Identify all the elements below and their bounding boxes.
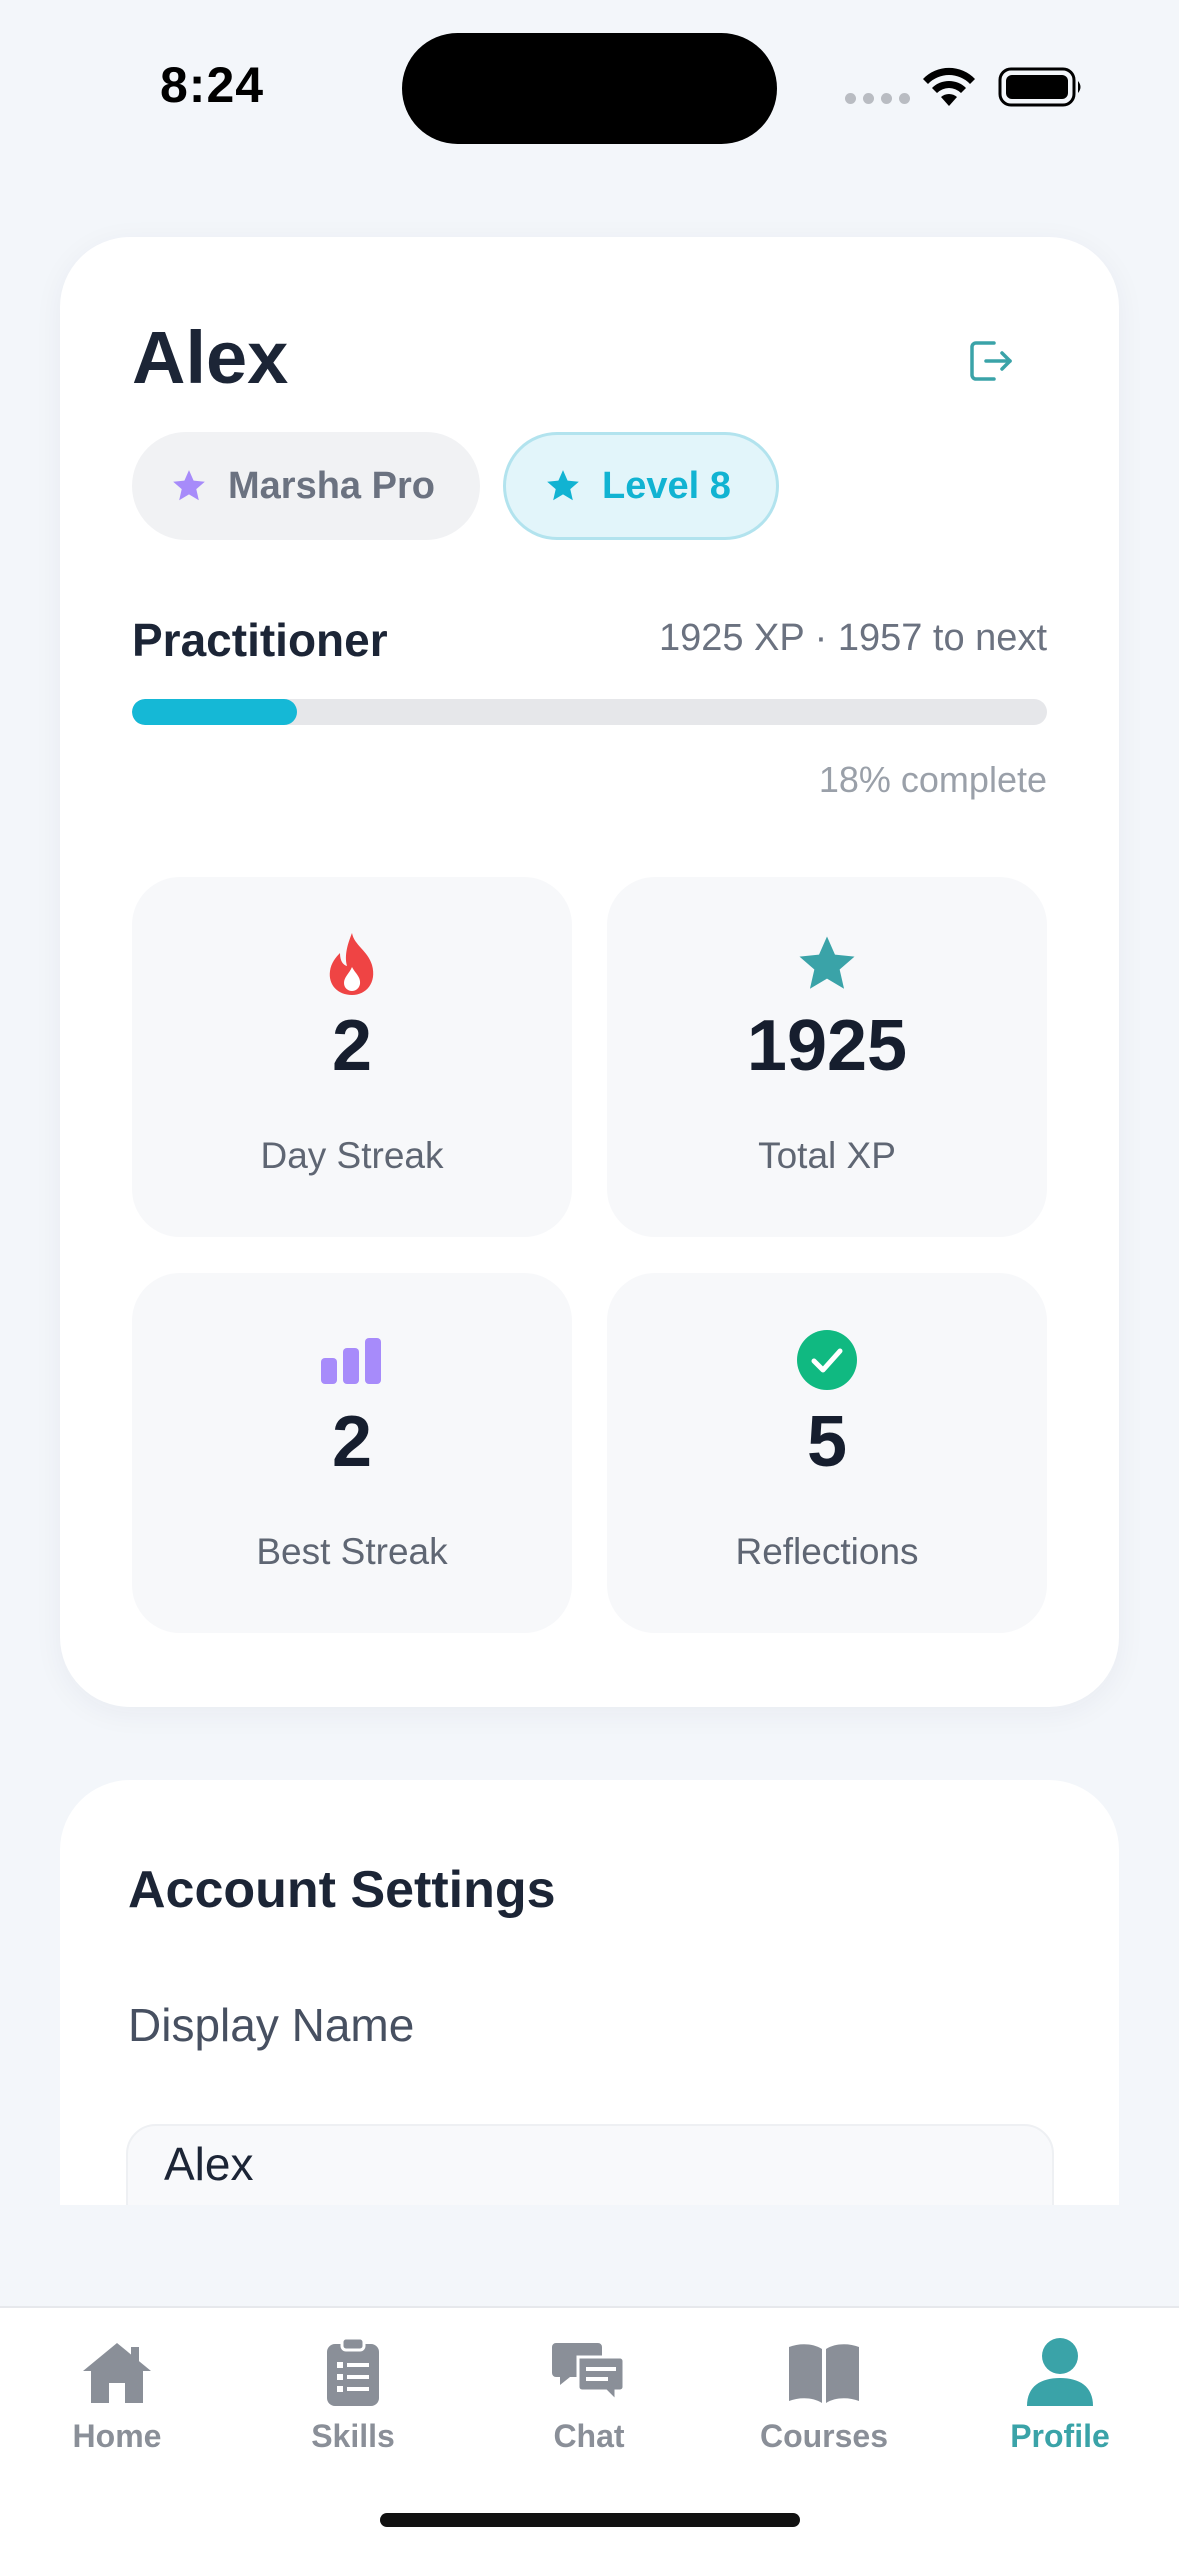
xp-separator: · (814, 617, 828, 659)
xp-current: 1925 XP (658, 617, 805, 659)
star-icon (547, 470, 579, 501)
tab-courses[interactable]: Courses (724, 2332, 924, 2462)
settings-title: Account Settings (128, 1861, 556, 1919)
logout-icon (970, 341, 1012, 381)
progress-label: 18% complete (818, 759, 1047, 800)
display-name-input[interactable] (126, 2124, 1054, 2205)
profile-card: Alex Marsha Pro Level 8 Practitioner 192… (60, 237, 1119, 1707)
profile-screen: 8:24 Alex Marsha Pro Level 8 Practitione… (0, 0, 1179, 2556)
battery-icon (998, 67, 1081, 107)
cellular-signal-icon (845, 93, 910, 104)
tab-label: Courses (759, 2418, 889, 2454)
stat-label: Best Streak (256, 1531, 448, 1572)
xp-progress-fill (132, 699, 297, 725)
display-name-label: Display Name (128, 1999, 415, 2051)
stat-label: Day Streak (260, 1135, 444, 1176)
level-chip-label: Level 8 (602, 464, 731, 507)
tab-home[interactable]: Home (17, 2332, 217, 2462)
stat-label: Reflections (735, 1531, 919, 1572)
level-chip: Level 8 (503, 432, 779, 540)
stat-tile-best-streak: 2 Best Streak (132, 1273, 572, 1633)
dynamic-island (402, 33, 777, 144)
plan-chip: Marsha Pro (132, 432, 480, 540)
tab-label: Skills (311, 2418, 395, 2454)
home-indicator (380, 2513, 800, 2527)
rank-title: Practitioner (132, 614, 388, 666)
tab-skills[interactable]: Skills (253, 2332, 453, 2462)
stat-value: 5 (806, 1402, 848, 1482)
logout-button[interactable] (960, 331, 1020, 391)
stat-value: 2 (331, 1402, 373, 1482)
tab-label: Chat (553, 2418, 625, 2454)
account-settings-card: Account Settings Display Name (60, 1780, 1119, 2205)
tab-chat[interactable]: Chat (489, 2332, 689, 2462)
xp-progress-bar (132, 699, 1047, 725)
stat-tile-total-xp: 1925 Total XP (607, 877, 1047, 1237)
stat-value: 2 (331, 1006, 373, 1086)
plan-chip-label: Marsha Pro (228, 464, 435, 507)
star-icon (799, 936, 855, 989)
xp-next: 1957 to next (837, 617, 1047, 659)
tab-label: Home (72, 2418, 162, 2454)
tab-label: Profile (1010, 2418, 1110, 2454)
status-time: 8:24 (160, 57, 265, 113)
chat-icon (552, 2343, 626, 2405)
person-icon (1027, 2338, 1093, 2406)
user-name: Alex (132, 316, 289, 399)
stat-value: 1925 (746, 1006, 908, 1086)
tab-profile[interactable]: Profile (960, 2332, 1160, 2462)
star-icon (173, 470, 205, 501)
stat-label: Total XP (758, 1135, 896, 1176)
status-bar: 8:24 (0, 0, 1179, 170)
bar-chart-icon (321, 1338, 381, 1384)
check-circle-icon (797, 1330, 857, 1390)
home-icon (83, 2343, 151, 2403)
clipboard-icon (327, 2336, 379, 2406)
wifi-icon (923, 67, 975, 106)
xp-info: 1925 XP · 1957 to next (659, 617, 1047, 660)
stat-tile-day-streak: 2 Day Streak (132, 877, 572, 1237)
flame-icon (329, 933, 374, 995)
book-icon (789, 2344, 859, 2403)
stat-tile-reflections: 5 Reflections (607, 1273, 1047, 1633)
